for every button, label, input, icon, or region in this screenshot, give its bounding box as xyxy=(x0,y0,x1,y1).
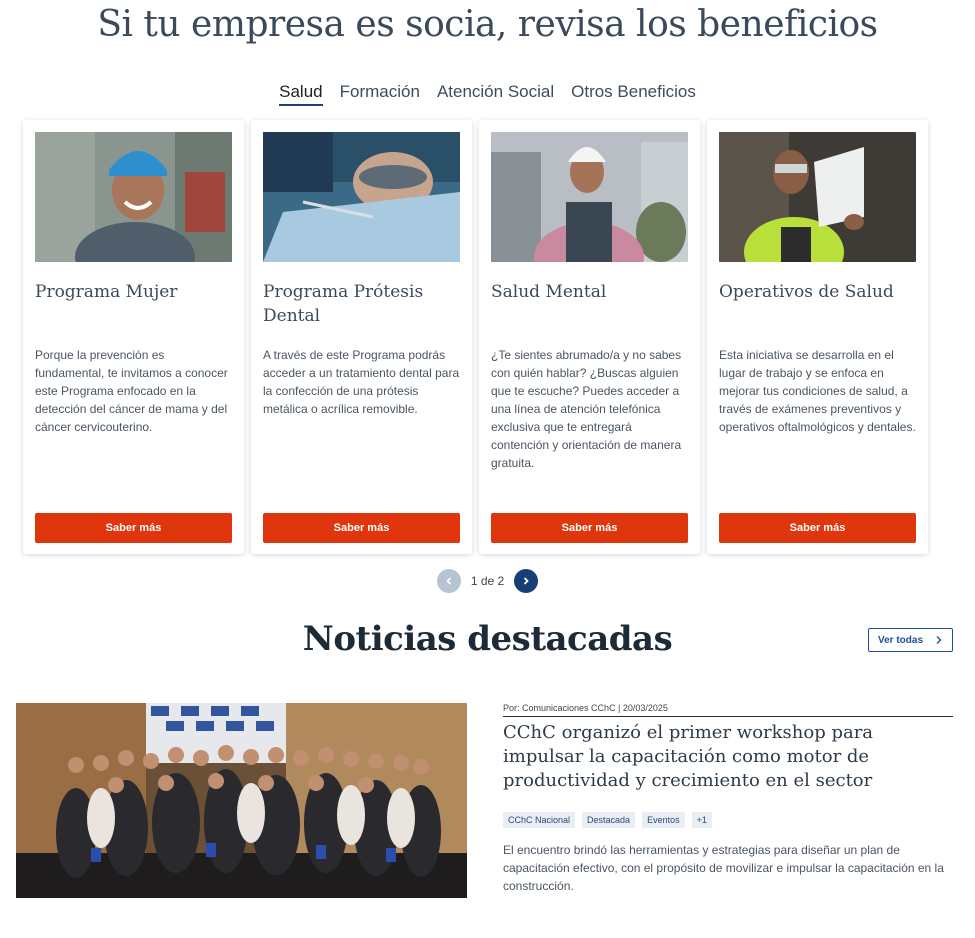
saber-mas-button[interactable]: Saber más xyxy=(491,513,688,543)
news-headline-link[interactable]: CChC organizó el primer workshop para im… xyxy=(503,721,953,793)
card-description: Porque la prevención es fundamental, te … xyxy=(35,348,228,434)
benefit-card-salud-mental: Salud Mental ¿Te sientes abrumado/a y no… xyxy=(479,120,700,554)
tag-more[interactable]: +1 xyxy=(691,812,712,828)
saber-mas-button[interactable]: Saber más xyxy=(719,513,916,543)
previous-page-button[interactable] xyxy=(436,569,461,593)
card-description: A través de este Programa podrás acceder… xyxy=(263,348,460,416)
card-photo-dental-treatment xyxy=(263,132,460,262)
benefit-card-operativos-salud: Operativos de Salud Esta iniciativa se d… xyxy=(707,120,928,554)
news-section-title: Noticias destacadas xyxy=(302,619,673,659)
tag-cchc-nacional[interactable]: CChC Nacional xyxy=(503,812,576,828)
card-title: Programa Prótesis Dental xyxy=(263,282,424,326)
next-page-button[interactable] xyxy=(514,569,539,593)
news-photo-group[interactable] xyxy=(16,703,467,898)
card-title: Operativos de Salud xyxy=(719,282,894,302)
tag-eventos[interactable]: Eventos xyxy=(642,812,685,828)
saber-mas-button[interactable]: Saber más xyxy=(35,513,232,543)
card-description: Esta iniciativa se desarrolla en el luga… xyxy=(719,348,916,434)
card-description: ¿Te sientes abrumado/a y no sabes con qu… xyxy=(491,348,682,470)
see-all-label: Ver todas xyxy=(877,634,924,646)
card-photo-eye-exam xyxy=(719,132,916,262)
tab-atencion-social[interactable]: Atención Social xyxy=(437,82,554,106)
chevron-right-icon xyxy=(936,636,942,644)
tab-formacion[interactable]: Formación xyxy=(340,82,420,106)
saber-mas-button[interactable]: Saber más xyxy=(263,513,460,543)
benefits-title: Si tu empresa es socia, revisa los benef… xyxy=(97,4,878,45)
benefit-cards: Programa Mujer Porque la prevención es f… xyxy=(23,120,928,554)
news-summary: El encuentro brindó las herramientas y e… xyxy=(503,843,944,893)
card-title: Salud Mental xyxy=(491,282,607,302)
tab-otros-beneficios[interactable]: Otros Beneficios xyxy=(571,82,696,106)
tag-destacada[interactable]: Destacada xyxy=(582,812,636,828)
chevron-right-icon xyxy=(524,577,529,585)
chevron-left-icon xyxy=(446,577,451,585)
page-indicator: 1 de 2 xyxy=(470,574,505,588)
see-all-news-button[interactable]: Ver todas xyxy=(868,628,953,652)
news-byline: Por: Comunicaciones CChC | 20/03/2025 xyxy=(503,703,953,717)
card-photo-worker-woman xyxy=(35,132,232,262)
card-title: Programa Mujer xyxy=(35,282,178,302)
tab-salud[interactable]: Salud xyxy=(279,82,323,106)
benefit-card-protesis-dental: Programa Prótesis Dental A través de est… xyxy=(251,120,472,554)
carousel-pager: 1 de 2 xyxy=(0,569,975,593)
card-photo-smiling-worker xyxy=(491,132,688,262)
benefit-card-programa-mujer: Programa Mujer Porque la prevención es f… xyxy=(23,120,244,554)
benefit-tabs: Salud Formación Atención Social Otros Be… xyxy=(0,82,975,106)
news-tags: CChC Nacional Destacada Eventos +1 xyxy=(503,812,712,828)
